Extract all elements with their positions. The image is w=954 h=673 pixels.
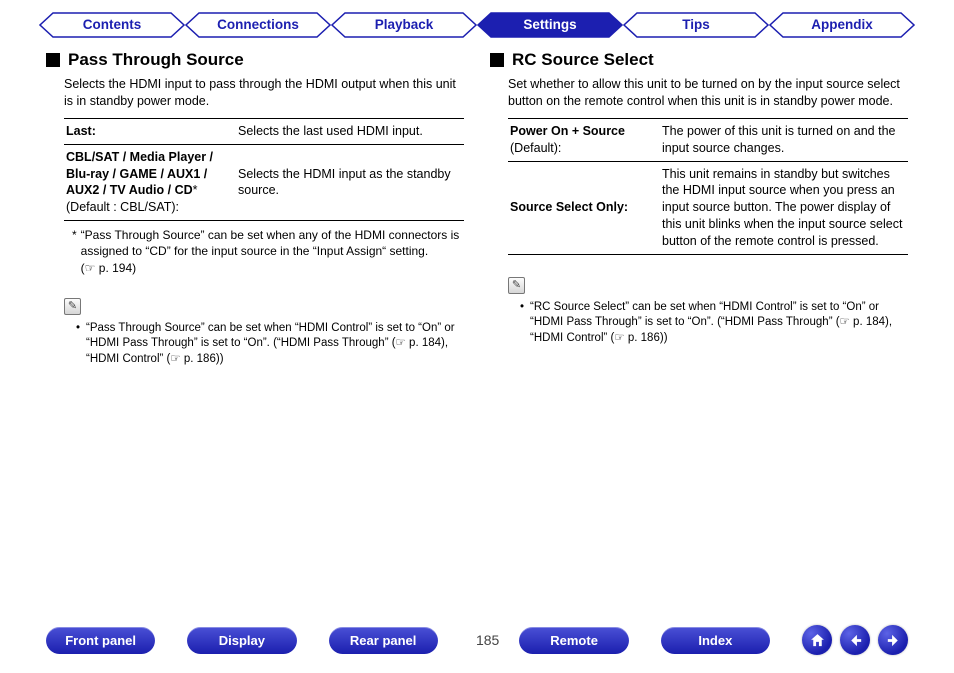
page-reference-link[interactable]: ☞ p. 184 [840, 316, 885, 328]
tab-connections[interactable]: Connections [185, 12, 331, 38]
nav-remote[interactable]: Remote [519, 627, 628, 654]
footnote-text: “Pass Through Source” can be set when an… [81, 227, 464, 276]
page-reference-link[interactable]: ☞ p. 186 [614, 332, 659, 344]
nav-rear-panel[interactable]: Rear panel [329, 627, 438, 654]
section-title: RC Source Select [512, 50, 654, 70]
tab-settings[interactable]: Settings [477, 12, 623, 38]
section-pass-through-source: Pass Through Source Selects the HDMI inp… [46, 50, 464, 367]
option-name: Last: [66, 123, 234, 140]
option-desc: The power of this unit is turned on and … [658, 123, 906, 157]
section-intro: Selects the HDMI input to pass through t… [64, 76, 464, 110]
page-nav-icons [802, 625, 908, 655]
options-table: Last: Selects the last used HDMI input. … [64, 118, 464, 221]
section-heading: RC Source Select [490, 50, 908, 70]
option-name: Power On + Source (Default): [510, 123, 658, 157]
table-row: Source Select Only: This unit remains in… [508, 161, 908, 254]
tab-label: Connections [217, 17, 299, 32]
square-bullet-icon [490, 53, 504, 67]
tab-label: Tips [682, 17, 710, 32]
note-list: “RC Source Select” can be set when “HDMI… [520, 300, 908, 347]
note-item: “RC Source Select” can be set when “HDMI… [520, 300, 908, 347]
table-row: Last: Selects the last used HDMI input. [64, 119, 464, 144]
nav-index[interactable]: Index [661, 627, 770, 654]
top-tab-bar: Contents Connections Playback Settings T… [0, 0, 954, 42]
home-icon[interactable] [802, 625, 832, 655]
square-bullet-icon [46, 53, 60, 67]
bottom-nav-bar: Front panel Display Rear panel 185 Remot… [0, 625, 954, 655]
table-row: Power On + Source (Default): The power o… [508, 119, 908, 161]
tab-playback[interactable]: Playback [331, 12, 477, 38]
section-heading: Pass Through Source [46, 50, 464, 70]
tab-label: Settings [523, 17, 576, 32]
page-reference-link[interactable]: ☞ p. 186 [170, 353, 215, 365]
page-reference-link[interactable]: ☞ p. 184 [396, 337, 441, 349]
prev-page-icon[interactable] [840, 625, 870, 655]
option-desc: Selects the last used HDMI input. [234, 123, 462, 140]
asterisk-icon: * [72, 227, 77, 276]
tab-label: Appendix [811, 17, 873, 32]
tab-label: Contents [83, 17, 142, 32]
page-number: 185 [464, 632, 512, 648]
options-table: Power On + Source (Default): The power o… [508, 118, 908, 255]
note-list: “Pass Through Source” can be set when “H… [76, 321, 464, 368]
nav-front-panel[interactable]: Front panel [46, 627, 155, 654]
option-desc: This unit remains in standby but switche… [658, 166, 906, 250]
note-item: “Pass Through Source” can be set when “H… [76, 321, 464, 368]
note-icon: ✎ [64, 298, 81, 315]
note-icon: ✎ [508, 277, 525, 294]
next-page-icon[interactable] [878, 625, 908, 655]
page-body: Pass Through Source Selects the HDMI inp… [0, 42, 954, 367]
option-name: CBL/SAT / Media Player / Blu-ray / GAME … [66, 149, 234, 217]
section-intro: Set whether to allow this unit to be tur… [508, 76, 908, 110]
section-rc-source-select: RC Source Select Set whether to allow th… [490, 50, 908, 367]
tab-label: Playback [375, 17, 434, 32]
tab-appendix[interactable]: Appendix [769, 12, 915, 38]
option-desc: Selects the HDMI input as the standby so… [234, 166, 462, 200]
option-name: Source Select Only: [510, 199, 658, 216]
table-row: CBL/SAT / Media Player / Blu-ray / GAME … [64, 144, 464, 221]
tab-tips[interactable]: Tips [623, 12, 769, 38]
nav-display[interactable]: Display [187, 627, 296, 654]
section-title: Pass Through Source [68, 50, 244, 70]
footnote: * “Pass Through Source” can be set when … [72, 227, 464, 276]
page-reference-link[interactable]: ☞ p. 194 [85, 261, 132, 275]
tab-contents[interactable]: Contents [39, 12, 185, 38]
